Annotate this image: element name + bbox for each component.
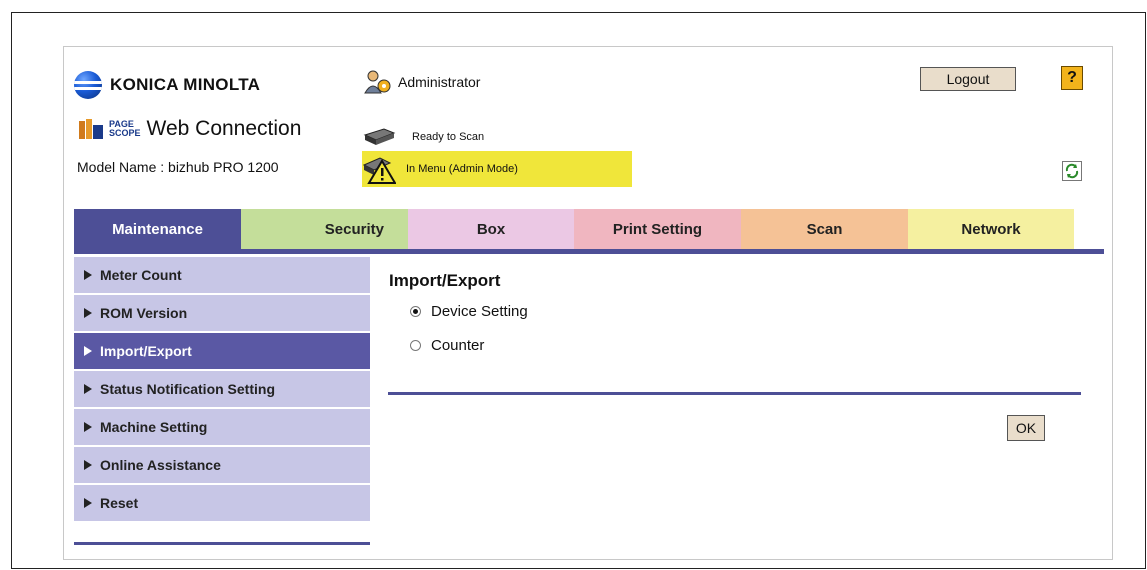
sidebar-item-machine-setting[interactable]: Machine Setting <box>74 409 370 445</box>
content-divider <box>388 392 1081 395</box>
pagescope-label: PAGE SCOPE <box>109 119 141 138</box>
refresh-icon[interactable] <box>1062 161 1082 181</box>
tab-scan[interactable]: Scan <box>741 209 908 249</box>
logout-button[interactable]: Logout <box>920 67 1016 91</box>
pagescope-icon <box>77 117 105 141</box>
sidebar-item-rom-version[interactable]: ROM Version <box>74 295 370 331</box>
sidebar-item-reset[interactable]: Reset <box>74 485 370 521</box>
scanner-icon <box>362 127 396 147</box>
status-mode-text: In Menu (Admin Mode) <box>406 163 518 175</box>
radio-device-setting[interactable] <box>410 306 421 317</box>
triangle-right-icon <box>84 422 92 432</box>
option-counter[interactable]: Counter <box>410 337 484 354</box>
brand-logo: KONICA MINOLTA <box>74 71 260 99</box>
radio-counter[interactable] <box>410 340 421 351</box>
help-button[interactable]: ? <box>1061 66 1083 90</box>
sidebar-menu: Meter Count ROM Version Import/Export St… <box>74 257 370 523</box>
option-device-setting-label: Device Setting <box>431 303 528 320</box>
sidebar-divider <box>74 542 370 545</box>
sidebar-item-import-export[interactable]: Import/Export <box>74 333 370 369</box>
option-counter-label: Counter <box>431 337 485 354</box>
option-device-setting[interactable]: Device Setting <box>410 303 528 320</box>
model-name: Model Name : bizhub PRO 1200 <box>77 159 279 175</box>
triangle-right-icon <box>84 460 92 470</box>
triangle-right-icon <box>84 308 92 318</box>
tab-underline <box>74 249 1104 254</box>
sidebar-item-meter-count[interactable]: Meter Count <box>74 257 370 293</box>
sidebar-item-status-notification[interactable]: Status Notification Setting <box>74 371 370 407</box>
tab-print-setting[interactable]: Print Setting <box>574 209 741 249</box>
tab-maintenance[interactable]: Maintenance <box>74 209 241 249</box>
tab-box[interactable]: Box <box>408 209 574 249</box>
device-status-mode: In Menu (Admin Mode) <box>362 151 632 187</box>
page-title: Import/Export <box>389 271 501 290</box>
ok-button[interactable]: OK <box>1007 415 1045 441</box>
warning-icon <box>362 153 397 185</box>
triangle-right-icon <box>84 270 92 280</box>
user-name: Administrator <box>398 74 481 90</box>
triangle-right-icon <box>84 498 92 508</box>
triangle-right-icon <box>84 346 92 356</box>
globe-logo-icon <box>74 71 102 99</box>
product-name: Web Connection <box>146 117 302 140</box>
device-status-ready: Ready to Scan <box>362 127 484 147</box>
screenshot-frame: KONICA MINOLTA PAGE SCOPE Web Connection… <box>11 12 1146 569</box>
product-logo: PAGE SCOPE Web Connection <box>77 117 301 141</box>
status-ready-text: Ready to Scan <box>412 131 485 143</box>
triangle-right-icon <box>84 384 92 394</box>
tab-network[interactable]: Network <box>908 209 1074 249</box>
user-indicator: Administrator <box>364 69 480 95</box>
sidebar-item-online-assistance[interactable]: Online Assistance <box>74 447 370 483</box>
tab-security[interactable]: Security <box>241 209 408 249</box>
administrator-icon <box>364 69 392 95</box>
brand-name: KONICA MINOLTA <box>110 75 261 94</box>
web-connection-panel: KONICA MINOLTA PAGE SCOPE Web Connection… <box>63 46 1113 560</box>
main-tabs: Maintenance Security Box Print Setting S… <box>74 209 1074 249</box>
